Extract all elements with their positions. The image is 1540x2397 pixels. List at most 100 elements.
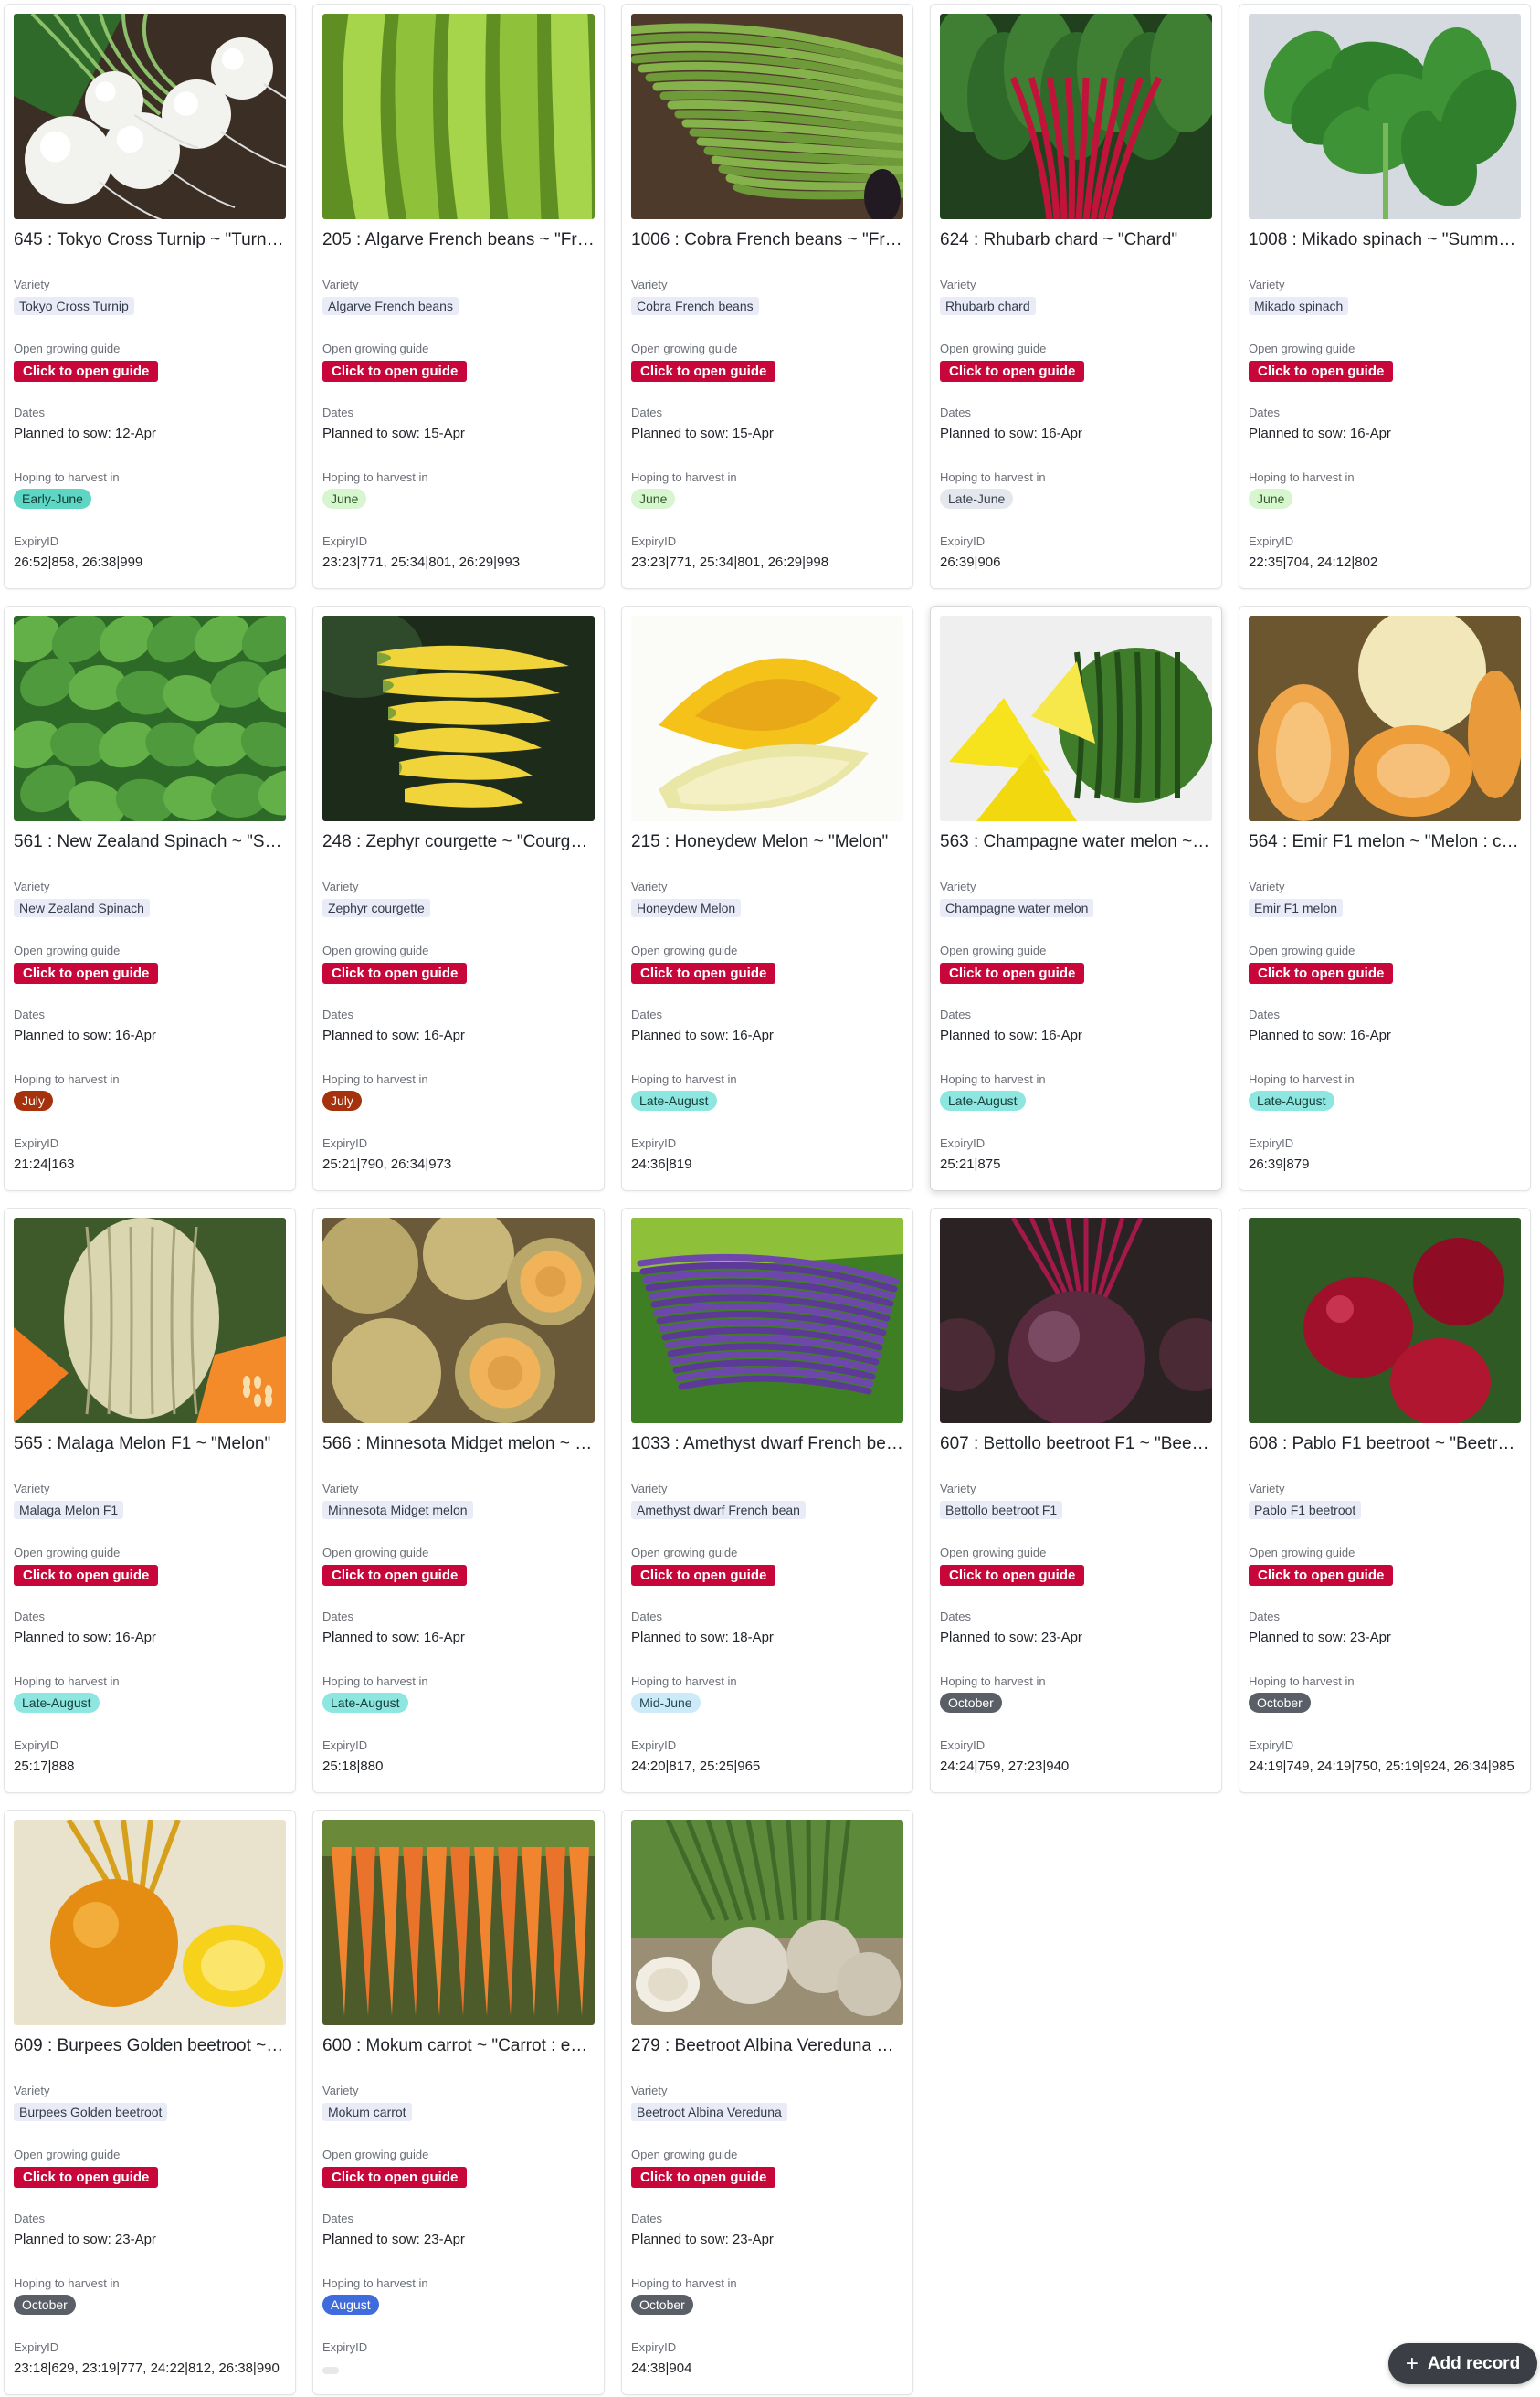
cover-image <box>631 14 903 219</box>
open-guide-button[interactable]: Click to open guide <box>322 2167 468 2188</box>
dates-label: Dates <box>322 2212 353 2225</box>
expiry-label: ExpiryID <box>322 1738 368 1752</box>
open-guide-button[interactable]: Click to open guide <box>631 963 776 984</box>
dates-label: Dates <box>940 406 971 419</box>
open-guide-button[interactable]: Click to open guide <box>631 361 776 382</box>
variety-chip: Cobra French beans <box>631 297 759 315</box>
dates-value: Planned to sow: 16-Apr <box>1249 426 1391 441</box>
record-title: 624 : Rhubarb chard ~ "Chard" <box>940 230 1178 249</box>
dates-label: Dates <box>14 2212 45 2225</box>
dates-value: Planned to sow: 23-Apr <box>940 1630 1082 1645</box>
guide-label: Open growing guide <box>1249 1546 1355 1559</box>
record-card[interactable]: 607 : Bettollo beetroot F1 ~ "Beetroot" … <box>930 1208 1222 1793</box>
expiry-value: 21:24|163 <box>14 1156 75 1172</box>
open-guide-button[interactable]: Click to open guide <box>940 963 1085 984</box>
record-title: 1008 : Mikado spinach ~ "Summer spinach" <box>1249 230 1521 249</box>
expiry-label: ExpiryID <box>14 1738 59 1752</box>
cover-image <box>631 1218 903 1423</box>
open-guide-button[interactable]: Click to open guide <box>631 1565 776 1586</box>
record-title: 279 : Beetroot Albina Vereduna ~ "Beetro… <box>631 2036 903 2055</box>
record-card[interactable]: 566 : Minnesota Midget melon ~ "Melon" V… <box>312 1208 605 1793</box>
open-guide-button[interactable]: Click to open guide <box>940 1565 1085 1586</box>
harvest-pill: October <box>631 2295 693 2315</box>
record-card[interactable]: 645 : Tokyo Cross Turnip ~ "Turnip" Vari… <box>4 4 296 589</box>
open-guide-button[interactable]: Click to open guide <box>322 1565 468 1586</box>
variety-chip: Minnesota Midget melon <box>322 1501 473 1519</box>
record-title: 561 : New Zealand Spinach ~ "Spinach" <box>14 832 286 851</box>
cover-image <box>1249 1218 1521 1423</box>
cover-image <box>322 14 595 219</box>
expiry-label: ExpiryID <box>631 534 677 548</box>
expiry-label: ExpiryID <box>940 1136 986 1150</box>
dates-label: Dates <box>631 2212 662 2225</box>
expiry-value: 24:38|904 <box>631 2360 692 2376</box>
record-title: 600 : Mokum carrot ~ "Carrot : early" <box>322 2036 595 2055</box>
harvest-label: Hoping to harvest in <box>940 1072 1046 1086</box>
expiry-value: 25:21|790, 26:34|973 <box>322 1156 452 1172</box>
variety-label: Variety <box>631 2084 668 2097</box>
harvest-label: Hoping to harvest in <box>322 1674 428 1688</box>
guide-label: Open growing guide <box>14 944 121 957</box>
dates-label: Dates <box>14 1610 45 1623</box>
harvest-label: Hoping to harvest in <box>322 1072 428 1086</box>
record-card[interactable]: 600 : Mokum carrot ~ "Carrot : early" Va… <box>312 1810 605 2395</box>
open-guide-button[interactable]: Click to open guide <box>940 361 1085 382</box>
record-card[interactable]: 624 : Rhubarb chard ~ "Chard" Variety Rh… <box>930 4 1222 589</box>
record-card[interactable]: 205 : Algarve French beans ~ "French bea… <box>312 4 605 589</box>
open-guide-button[interactable]: Click to open guide <box>14 361 159 382</box>
dates-value: Planned to sow: 18-Apr <box>631 1630 774 1645</box>
expiry-value: 24:36|819 <box>631 1156 692 1172</box>
expiry-label: ExpiryID <box>14 534 59 548</box>
record-card[interactable]: 279 : Beetroot Albina Vereduna ~ "Beetro… <box>621 1810 913 2395</box>
open-guide-button[interactable]: Click to open guide <box>631 2167 776 2188</box>
guide-label: Open growing guide <box>631 1546 738 1559</box>
open-guide-button[interactable]: Click to open guide <box>1249 361 1394 382</box>
record-card[interactable]: 609 : Burpees Golden beetroot ~ "Beetroo… <box>4 1810 296 2395</box>
record-title: 1033 : Amethyst dwarf French bean ~ "Fre… <box>631 1434 903 1453</box>
expiry-value: 24:24|759, 27:23|940 <box>940 1758 1070 1774</box>
variety-chip: Zephyr courgette <box>322 899 430 917</box>
variety-label: Variety <box>322 880 359 893</box>
record-title: 607 : Bettollo beetroot F1 ~ "Beetroot" <box>940 1434 1212 1453</box>
guide-label: Open growing guide <box>631 944 738 957</box>
expiry-value: 26:39|879 <box>1249 1156 1310 1172</box>
open-guide-button[interactable]: Click to open guide <box>1249 963 1394 984</box>
record-card[interactable]: 563 : Champagne water melon ~ "Water mel… <box>930 606 1222 1191</box>
record-title: 608 : Pablo F1 beetroot ~ "Beetroot" <box>1249 1434 1521 1453</box>
harvest-label: Hoping to harvest in <box>631 470 737 484</box>
expiry-value: 23:18|629, 23:19|777, 24:22|812, 26:38|9… <box>14 2360 280 2376</box>
record-card[interactable]: 1033 : Amethyst dwarf French bean ~ "Fre… <box>621 1208 913 1793</box>
open-guide-button[interactable]: Click to open guide <box>322 361 468 382</box>
harvest-pill: Mid-June <box>631 1693 701 1713</box>
guide-label: Open growing guide <box>14 342 121 355</box>
guide-label: Open growing guide <box>631 342 738 355</box>
record-card[interactable]: 215 : Honeydew Melon ~ "Melon" Variety H… <box>621 606 913 1191</box>
expiry-label: ExpiryID <box>322 534 368 548</box>
variety-chip: Amethyst dwarf French bean <box>631 1501 806 1519</box>
record-card[interactable]: 1006 : Cobra French beans ~ "French bean… <box>621 4 913 589</box>
add-record-button[interactable]: + Add record <box>1388 2343 1537 2384</box>
open-guide-button[interactable]: Click to open guide <box>14 2167 159 2188</box>
record-card[interactable]: 561 : New Zealand Spinach ~ "Spinach" Va… <box>4 606 296 1191</box>
record-title: 248 : Zephyr courgette ~ "Courgette" <box>322 832 595 851</box>
record-card[interactable]: 1008 : Mikado spinach ~ "Summer spinach"… <box>1239 4 1531 589</box>
open-guide-button[interactable]: Click to open guide <box>14 963 159 984</box>
guide-label: Open growing guide <box>1249 342 1355 355</box>
dates-value: Planned to sow: 16-Apr <box>14 1630 156 1645</box>
cover-image <box>940 1218 1212 1423</box>
record-card[interactable]: 565 : Malaga Melon F1 ~ "Melon" Variety … <box>4 1208 296 1793</box>
guide-label: Open growing guide <box>322 342 429 355</box>
record-card[interactable]: 248 : Zephyr courgette ~ "Courgette" Var… <box>312 606 605 1191</box>
open-guide-button[interactable]: Click to open guide <box>1249 1565 1394 1586</box>
add-record-label: Add record <box>1427 2353 1521 2373</box>
open-guide-button[interactable]: Click to open guide <box>322 963 468 984</box>
record-title: 205 : Algarve French beans ~ "French bea… <box>322 230 595 249</box>
record-card[interactable]: 564 : Emir F1 melon ~ "Melon : cantaloup… <box>1239 606 1531 1191</box>
guide-label: Open growing guide <box>631 2148 738 2161</box>
variety-chip: Algarve French beans <box>322 297 459 315</box>
open-guide-button[interactable]: Click to open guide <box>14 1565 159 1586</box>
record-card[interactable]: 608 : Pablo F1 beetroot ~ "Beetroot" Var… <box>1239 1208 1531 1793</box>
variety-chip: Mokum carrot <box>322 2103 412 2121</box>
variety-label: Variety <box>631 1482 668 1495</box>
dates-value: Planned to sow: 23-Apr <box>322 2232 465 2247</box>
